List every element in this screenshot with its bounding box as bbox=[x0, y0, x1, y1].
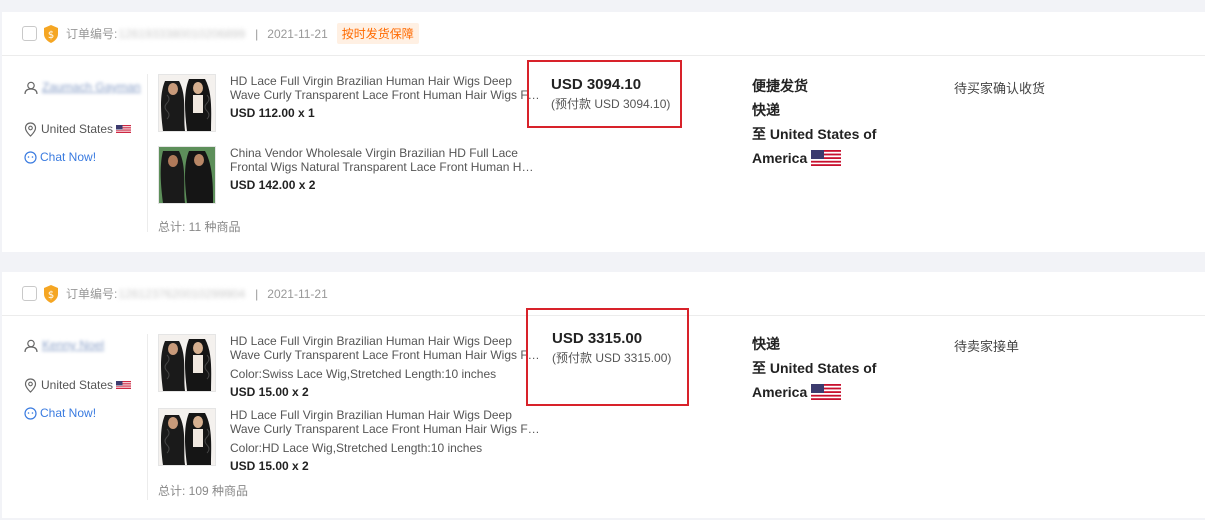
product-list: HD Lace Full Virgin Brazilian Human Hair… bbox=[147, 334, 542, 500]
chat-icon bbox=[24, 406, 37, 420]
chat-now-label: Chat Now! bbox=[40, 406, 97, 420]
svg-text:$: $ bbox=[48, 290, 54, 301]
buyer-info: Kenny Noel United States Chat Now! bbox=[24, 338, 144, 426]
product-thumbnail[interactable] bbox=[158, 408, 216, 466]
order-status: 待买家确认收货 bbox=[954, 81, 1046, 96]
order-date: 2021-11-21 bbox=[267, 286, 328, 301]
user-icon bbox=[24, 81, 38, 95]
shield-badge-icon: $ bbox=[44, 24, 58, 43]
product-name-link[interactable]: HD Lace Full Virgin Brazilian Human Hair… bbox=[230, 334, 540, 362]
order-select-checkbox[interactable] bbox=[22, 26, 37, 41]
us-flag-icon bbox=[116, 125, 132, 133]
shipping-info: 便捷发货 快递 至 United States of America bbox=[752, 74, 902, 170]
svg-text:$: $ bbox=[48, 30, 54, 41]
product-variant: Color:Swiss Lace Wig,Stretched Length:10… bbox=[230, 367, 497, 381]
item-total: 总计: 11 种商品 bbox=[158, 220, 241, 234]
order-amount: USD 3094.10 bbox=[551, 76, 642, 93]
buyer-country: United States bbox=[41, 378, 114, 392]
product-thumbnail[interactable] bbox=[158, 146, 216, 204]
product-item: HD Lace Full Virgin Brazilian Human Hair… bbox=[158, 74, 542, 146]
shield-badge-icon: $ bbox=[44, 284, 58, 303]
shipping-carrier: 快递 bbox=[752, 336, 780, 352]
shipping-method: 便捷发货 bbox=[752, 78, 808, 94]
product-price: USD 15.00 x 2 bbox=[230, 459, 309, 473]
order-amount-box: USD 3094.10 (预付款 USD 3094.10) bbox=[527, 60, 682, 128]
chat-now-button[interactable]: Chat Now! bbox=[24, 400, 144, 426]
order-number: 1261237620010299904 bbox=[118, 286, 246, 301]
buyer-info: Zaumach Gayman United States Chat Now! bbox=[24, 80, 144, 170]
chat-icon bbox=[24, 150, 37, 164]
buyer-name-link[interactable]: Zaumach Gayman bbox=[42, 80, 141, 95]
chat-now-label: Chat Now! bbox=[40, 150, 97, 164]
shipping-carrier: 快递 bbox=[752, 102, 780, 118]
us-flag-icon bbox=[811, 384, 842, 400]
order-status: 待卖家接单 bbox=[954, 339, 1020, 354]
product-name-link[interactable]: HD Lace Full Virgin Brazilian Human Hair… bbox=[230, 408, 540, 436]
order-amount: USD 3315.00 bbox=[552, 330, 643, 347]
order-card: $ 订单编号: 1261933380010206899 | 2021-11-21… bbox=[2, 12, 1205, 252]
location-pin-icon bbox=[24, 377, 37, 393]
product-price: USD 112.00 x 1 bbox=[230, 106, 315, 120]
product-variant: Color:HD Lace Wig,Stretched Length:10 in… bbox=[230, 441, 483, 455]
product-name-link[interactable]: HD Lace Full Virgin Brazilian Human Hair… bbox=[230, 74, 540, 102]
product-price: USD 15.00 x 2 bbox=[230, 385, 309, 399]
us-flag-icon bbox=[116, 381, 132, 389]
product-thumbnail[interactable] bbox=[158, 74, 216, 132]
order-select-checkbox[interactable] bbox=[22, 286, 37, 301]
prepay-amount: (预付款 USD 3094.10) bbox=[551, 97, 671, 111]
order-header: $ 订单编号: 1261933380010206899 | 2021-11-21… bbox=[2, 12, 1205, 56]
order-date: 2021-11-21 bbox=[267, 26, 328, 41]
user-icon bbox=[24, 339, 38, 353]
order-amount-box: USD 3315.00 (预付款 USD 3315.00) bbox=[526, 308, 689, 406]
order-card: $ 订单编号: 1261237620010299904 | 2021-11-21… bbox=[2, 272, 1205, 518]
order-number-label: 订单编号: bbox=[66, 27, 118, 41]
guarantee-badge: 按时发货保障 bbox=[336, 23, 419, 44]
product-list: HD Lace Full Virgin Brazilian Human Hair… bbox=[147, 74, 542, 234]
product-name-link[interactable]: China Vendor Wholesale Virgin Brazilian … bbox=[230, 146, 540, 174]
product-item: China Vendor Wholesale Virgin Brazilian … bbox=[158, 146, 542, 218]
location-pin-icon bbox=[24, 121, 37, 137]
product-item: HD Lace Full Virgin Brazilian Human Hair… bbox=[158, 334, 542, 408]
order-number: 1261933380010206899 bbox=[118, 26, 246, 41]
buyer-country: United States bbox=[41, 122, 114, 136]
buyer-name-link[interactable]: Kenny Noel bbox=[42, 338, 104, 353]
us-flag-icon bbox=[811, 150, 842, 166]
product-thumbnail[interactable] bbox=[158, 334, 216, 392]
item-total: 总计: 109 种商品 bbox=[158, 484, 249, 498]
prepay-amount: (预付款 USD 3315.00) bbox=[552, 351, 672, 365]
shipping-info: 快递 至 United States of America bbox=[752, 332, 902, 404]
order-number-label: 订单编号: bbox=[66, 287, 118, 301]
product-price: USD 142.00 x 2 bbox=[230, 178, 316, 192]
chat-now-button[interactable]: Chat Now! bbox=[24, 144, 144, 170]
product-item: HD Lace Full Virgin Brazilian Human Hair… bbox=[158, 408, 542, 482]
